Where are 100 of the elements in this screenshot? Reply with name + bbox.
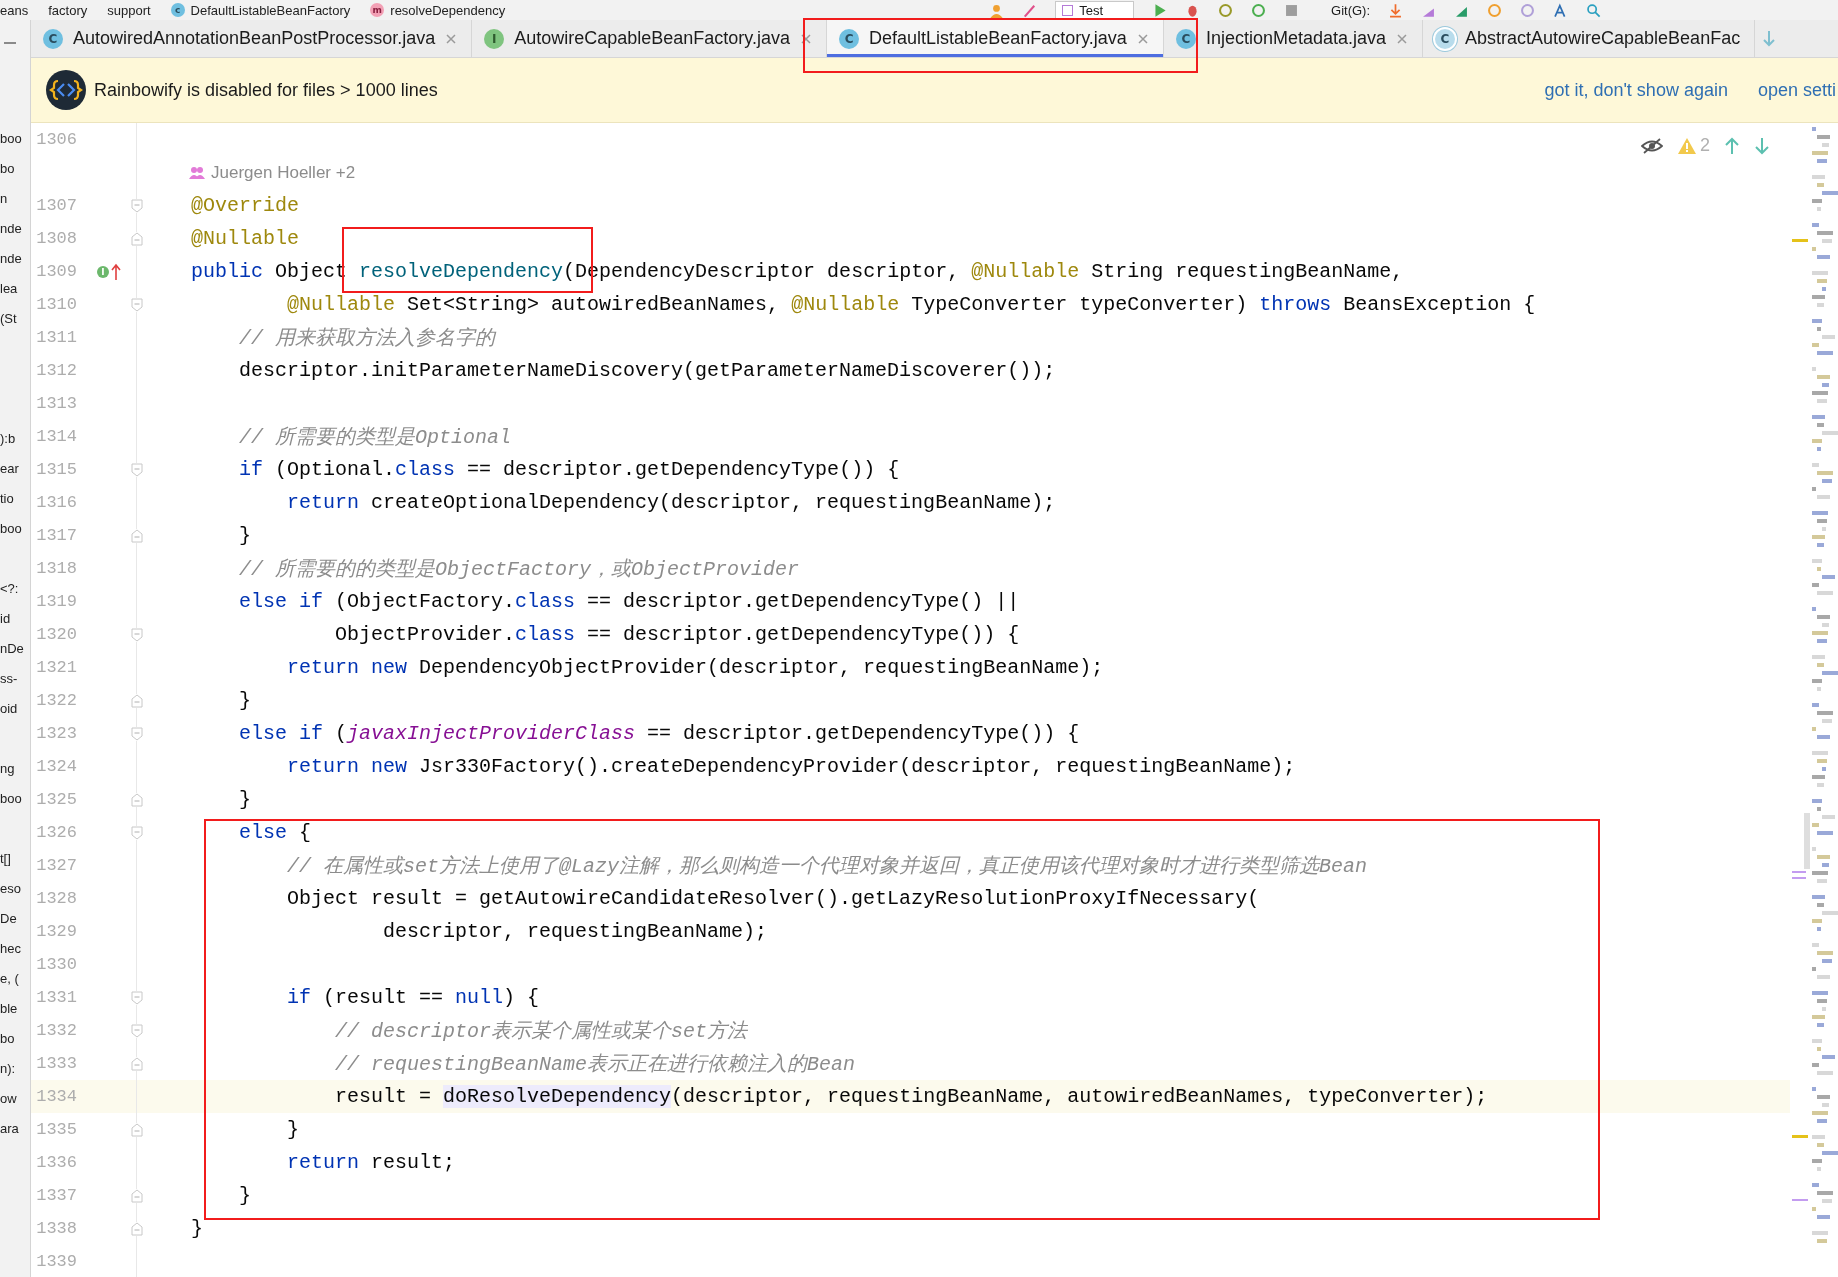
pen-icon[interactable] — [1022, 2, 1038, 18]
tree-item[interactable]: ara — [0, 1114, 30, 1144]
fold-marker-icon[interactable] — [131, 231, 143, 246]
line-number: 1335 — [35, 1120, 77, 1139]
fold-marker-icon[interactable] — [131, 297, 143, 312]
breadcrumb-item[interactable]: support — [107, 2, 151, 18]
line-number: 1325 — [35, 790, 77, 809]
next-icon[interactable] — [1754, 136, 1770, 155]
tree-item[interactable]: hec — [0, 934, 30, 964]
fold-marker-icon[interactable] — [131, 198, 143, 213]
fold-marker-icon[interactable] — [131, 693, 143, 708]
tree-item[interactable]: eso — [0, 874, 30, 904]
fold-marker-icon[interactable] — [131, 627, 143, 642]
close-icon[interactable] — [1136, 32, 1149, 45]
breadcrumb-item[interactable]: factory — [48, 2, 88, 18]
code-line: return new Jsr330Factory().createDependencyProvider(descriptor, requestingBeanName); — [286, 755, 1296, 778]
fold-marker-icon[interactable] — [131, 726, 143, 741]
code-line: return createOptionalDependency(descriptor, requestingBeanName); — [286, 491, 1056, 514]
run-config-dropdown[interactable]: Test — [1055, 1, 1135, 19]
tree-item[interactable]: ng — [0, 754, 30, 784]
tree-item[interactable]: De — [0, 904, 30, 934]
code-line: // 所需要的的类型是ObjectFactory，或ObjectProvider — [238, 557, 800, 582]
line-number: 1333 — [35, 1054, 77, 1073]
tree-item[interactable]: boo — [0, 784, 30, 814]
code-line: // descriptor表示某个属性或某个set方法 — [334, 1019, 748, 1044]
tab-list-icon[interactable] — [1761, 28, 1778, 49]
tree-item[interactable]: boo — [0, 124, 30, 154]
tree-item[interactable]: bo — [0, 154, 30, 184]
tree-item[interactable]: ss- — [0, 664, 30, 694]
tree-item[interactable]: tio — [0, 484, 30, 514]
previous-icon[interactable] — [1724, 136, 1740, 155]
user-icon[interactable] — [989, 2, 1005, 18]
line-number: 1318 — [35, 559, 77, 578]
fold-marker-icon[interactable] — [131, 462, 143, 477]
editor-tab[interactable]: C DefaultListableBeanFactory.java — [827, 20, 1164, 57]
tree-item[interactable]: e, ( — [0, 964, 30, 994]
breadcrumb-item[interactable]: eans — [0, 2, 29, 18]
tree-item[interactable]: n — [0, 184, 30, 214]
tree-item[interactable]: boo — [0, 514, 30, 544]
line-number: 1330 — [35, 955, 77, 974]
up-arrow-icon[interactable] — [111, 262, 121, 281]
line-number: 1319 — [35, 592, 77, 611]
editor-tab[interactable]: C AbstractAutowireCapableBeanFac — [1423, 20, 1756, 57]
hide-icon[interactable] — [1641, 136, 1663, 155]
notification-link[interactable]: got it, don't show again — [1544, 79, 1728, 101]
vcs-label: Git(G): — [1331, 2, 1371, 18]
tree-item[interactable]: ble — [0, 994, 30, 1024]
search-icon[interactable] — [1586, 2, 1602, 18]
breadcrumb-item[interactable]: resolveDependency — [390, 2, 506, 18]
code-line: if (Optional.class == descriptor.getDependencyType()) { — [238, 458, 900, 481]
update-icon[interactable] — [1388, 2, 1404, 18]
fold-marker-icon[interactable] — [131, 1056, 143, 1071]
notification-message: Rainbowify is disabled for files > 1000 lines — [94, 79, 438, 101]
abstract-icon: C — [1435, 28, 1455, 49]
tree-item[interactable]: ear — [0, 454, 30, 484]
line-number: 1315 — [35, 460, 77, 479]
tree-item[interactable]: (St — [0, 304, 30, 334]
fold-marker-icon[interactable] — [131, 1023, 143, 1038]
run-icon[interactable] — [1152, 2, 1168, 18]
class-icon: C — [43, 28, 63, 49]
fold-marker-icon[interactable] — [131, 1188, 143, 1203]
code-line: } — [286, 1118, 300, 1141]
fold-marker-icon[interactable] — [131, 528, 143, 543]
tree-item[interactable]: n): — [0, 1054, 30, 1084]
fold-marker-icon[interactable] — [131, 792, 143, 807]
tree-item[interactable]: t[] — [0, 844, 30, 874]
warning-icon — [1677, 136, 1697, 155]
fold-marker-icon[interactable] — [131, 825, 143, 840]
tree-item[interactable]: bo — [0, 1024, 30, 1054]
close-icon[interactable] — [445, 32, 458, 45]
tree-item[interactable]: ):b — [0, 424, 30, 454]
close-icon[interactable] — [800, 32, 813, 45]
line-number: 1327 — [35, 856, 77, 875]
editor-tab[interactable]: C AutowiredAnnotationBeanPostProcessor.java — [31, 20, 473, 57]
tree-item[interactable]: id — [0, 604, 30, 634]
tree-item[interactable]: oid — [0, 694, 30, 724]
tree-item[interactable]: nDe — [0, 634, 30, 664]
stop-icon[interactable] — [1284, 2, 1300, 18]
code-line: } — [238, 788, 251, 811]
line-number: 1316 — [35, 493, 77, 512]
code-line: ObjectProvider.class == descriptor.getDependencyType()) { — [334, 623, 1020, 646]
line-number: 1332 — [35, 1021, 77, 1040]
fold-marker-icon[interactable] — [131, 1221, 143, 1236]
breadcrumb-item[interactable]: DefaultListableBeanFactory — [190, 2, 351, 18]
line-number: 1337 — [35, 1186, 77, 1205]
tree-item[interactable]: nde — [0, 244, 30, 274]
tree-item[interactable]: nde — [0, 214, 30, 244]
line-number: 1338 — [35, 1219, 77, 1238]
notification-link[interactable]: open setti — [1757, 79, 1836, 101]
tree-item[interactable]: <?: — [0, 574, 30, 604]
tree-item[interactable]: ow — [0, 1084, 30, 1114]
close-icon[interactable] — [1396, 32, 1408, 45]
fold-marker-icon[interactable] — [131, 1122, 143, 1137]
code-line: descriptor.initParameterNameDiscovery(getParameterNameDiscoverer()); — [238, 359, 1056, 382]
editor-tab[interactable]: C InjectionMetadata.java — [1163, 20, 1423, 57]
fold-marker-icon[interactable] — [131, 990, 143, 1005]
code-line: descriptor, requestingBeanName); — [382, 920, 768, 943]
tree-item[interactable]: lea — [0, 274, 30, 304]
line-number: 1313 — [35, 394, 77, 413]
plugin-logo-icon — [46, 70, 86, 110]
